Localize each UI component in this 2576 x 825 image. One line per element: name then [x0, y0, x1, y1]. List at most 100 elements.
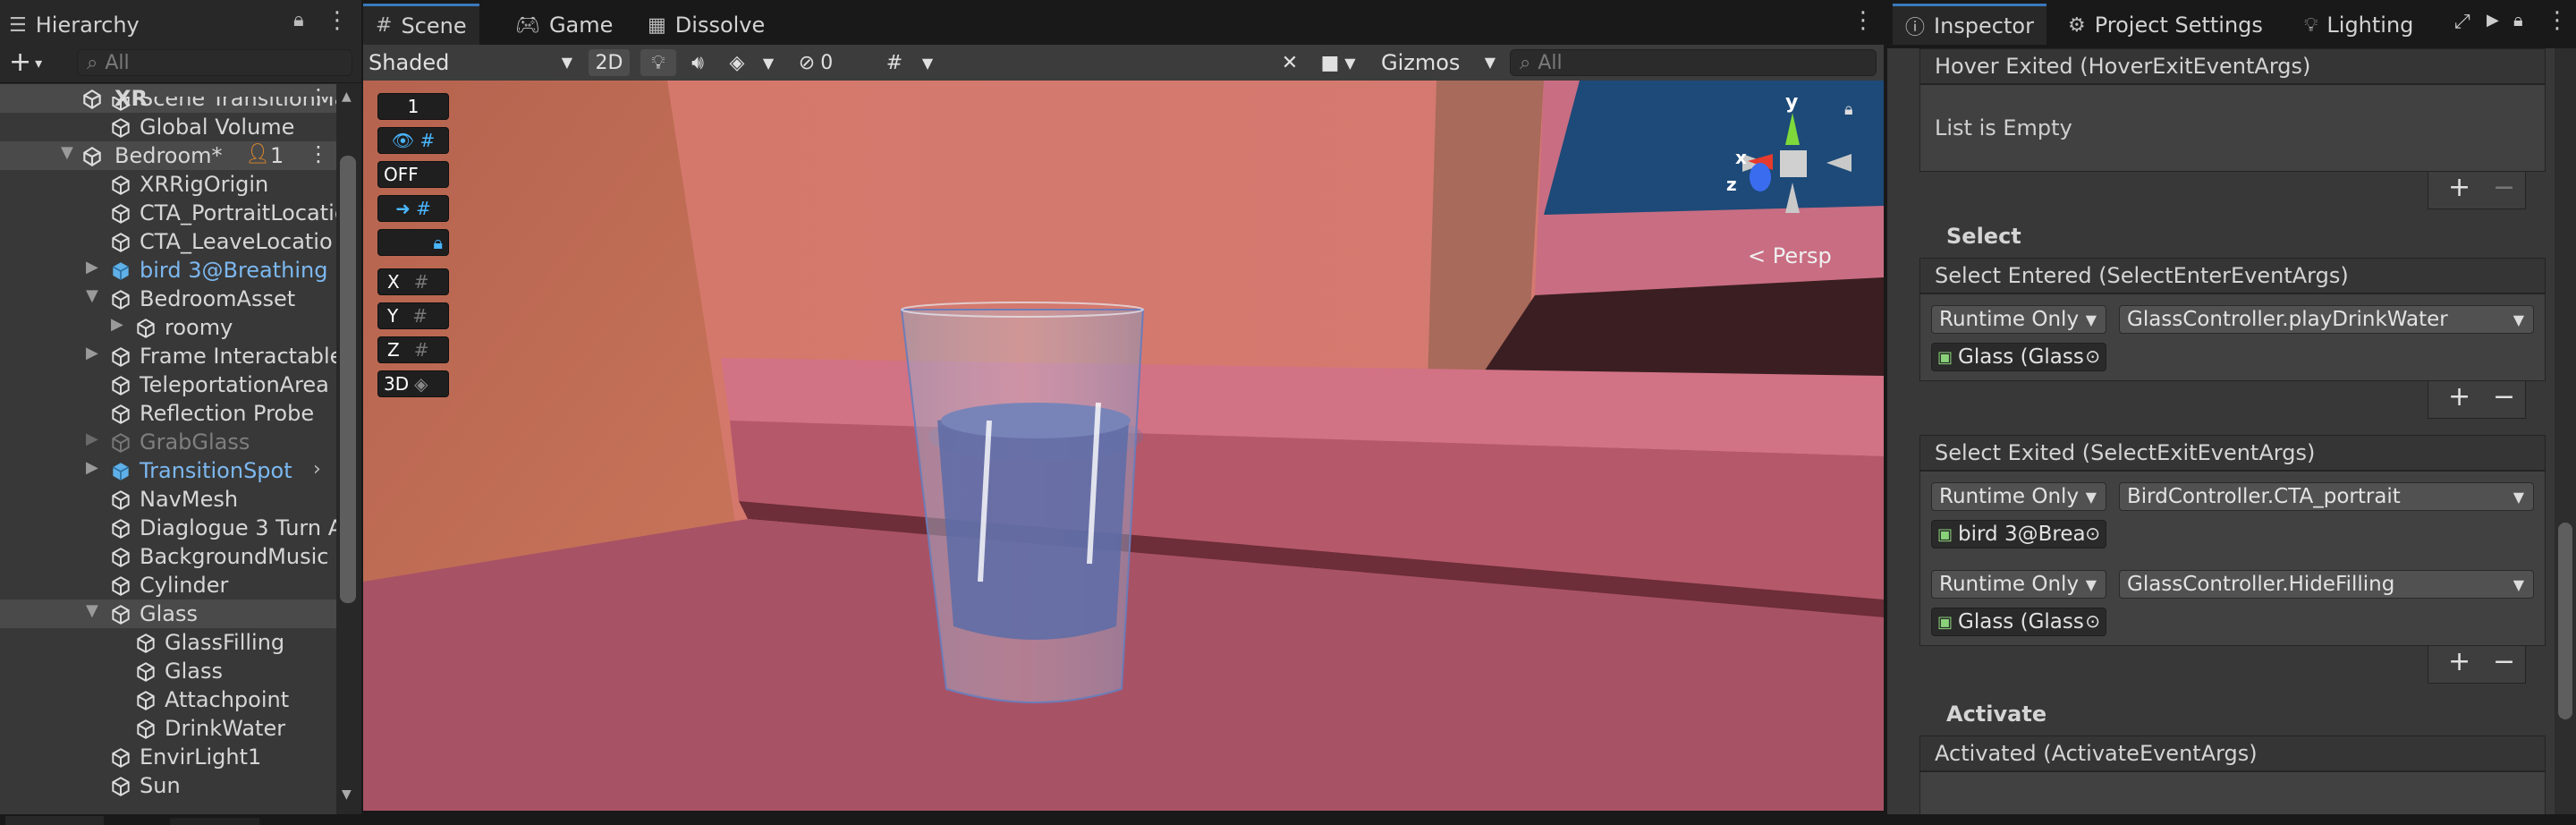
toggle-2d-button[interactable]: 2D	[589, 49, 630, 76]
tree-row-attachpoint[interactable]: Attachpoint	[0, 685, 336, 714]
fold-arrow-icon[interactable]: ▶	[86, 344, 98, 362]
bottom-tab[interactable]	[5, 816, 104, 825]
tree-row-glass-child[interactable]: Glass	[0, 657, 336, 685]
tab-dissolve[interactable]: ▦ Dissolve	[648, 5, 765, 45]
tree-row-transition-spot[interactable]: ▶ TransitionSpot ›	[0, 456, 336, 485]
runtime-mode-dropdown[interactable]: Runtime Only ▼	[1931, 305, 2106, 334]
tree-row-roomy[interactable]: ▶ roomy	[0, 313, 336, 342]
tree-row-bird[interactable]: ▶ bird 3@Breathing Id	[0, 256, 336, 285]
grid-menu-chevron-icon[interactable]: ▼	[916, 49, 939, 76]
scroll-up-icon[interactable]: ▲	[342, 89, 352, 104]
runtime-mode-dropdown[interactable]: Runtime Only ▼	[1931, 570, 2106, 599]
chevron-right-icon[interactable]: ›	[313, 458, 321, 481]
tree-row-navmesh[interactable]: NavMesh	[0, 485, 336, 514]
tree-row-cta-portrait[interactable]: CTA_PortraitLocatio	[0, 199, 336, 227]
effects-toggle-icon[interactable]: ◈	[719, 49, 755, 76]
snap-z-button[interactable]: Z #	[377, 336, 449, 363]
lock-snap-icon[interactable]: 🔒︎	[377, 229, 449, 256]
lock-icon[interactable]: 🔒︎	[293, 9, 304, 31]
object-picker-icon[interactable]: ⊙	[2085, 345, 2100, 367]
scene-visibility-toggle[interactable]: ⊘ 0	[784, 49, 848, 76]
lighting-toggle-icon[interactable]: 💡︎	[640, 49, 676, 76]
grid-toggle-icon[interactable]: #	[877, 49, 912, 76]
overlay-number-button[interactable]: 1	[377, 93, 449, 120]
tree-row-global-volume[interactable]: Global Volume	[0, 113, 336, 141]
tools-icon[interactable]: ✕	[1272, 49, 1308, 76]
tree-row-xrrig[interactable]: XRRigOrigin	[0, 170, 336, 199]
fold-arrow-icon[interactable]: ▶	[111, 315, 123, 334]
draw-mode-dropdown[interactable]: Shaded ▼	[369, 48, 580, 77]
object-picker-icon[interactable]: ⊙	[2085, 610, 2100, 632]
scroll-down-icon[interactable]: ▼	[342, 787, 352, 802]
snap-y-button[interactable]: Y #	[377, 302, 449, 329]
add-object-button[interactable]: + ▾	[9, 47, 42, 78]
fold-arrow-icon[interactable]: ▶	[86, 258, 98, 276]
scene-search-input[interactable]: ⌕ All	[1510, 49, 1877, 76]
gizmo-lock-icon[interactable]: 🔒︎	[1844, 100, 1853, 119]
bottom-tab[interactable]	[170, 818, 259, 825]
add-listener-button[interactable]: +	[2448, 646, 2470, 677]
audio-toggle-icon[interactable]: 🔊︎	[680, 49, 716, 76]
fold-arrow-icon[interactable]: ▼	[86, 601, 98, 620]
tree-row-cylinder[interactable]: Cylinder	[0, 571, 336, 600]
fold-arrow-icon[interactable]: ▶	[86, 458, 98, 477]
tree-row-teleportation-area[interactable]: TeleportationArea	[0, 370, 336, 399]
tree-row-bedroom-asset[interactable]: ▼ BedroomAsset	[0, 285, 336, 313]
runtime-mode-dropdown[interactable]: Runtime Only ▼	[1931, 482, 2106, 511]
remove-listener-button[interactable]: −	[2493, 646, 2515, 677]
target-object-field[interactable]: ▣ Glass (Glass ⊙	[1931, 608, 2106, 636]
snap-3d-button[interactable]: 3D ◈	[377, 370, 449, 397]
tab-lighting[interactable]: 💡︎ Lighting	[2304, 5, 2413, 45]
visibility-overlay-icon[interactable]: 👁︎ #	[377, 127, 449, 154]
inspector-scrollbar[interactable]	[2555, 48, 2576, 814]
remove-listener-button[interactable]: −	[2493, 381, 2515, 412]
more-menu-icon[interactable]: ⋮	[1852, 7, 1875, 34]
hierarchy-scrollbar[interactable]: ▲ ▼	[336, 84, 360, 814]
move-snap-icon[interactable]: ➜ #	[377, 195, 449, 222]
add-listener-button[interactable]: +	[2448, 172, 2470, 203]
maximize-icon[interactable]: ⤢	[2454, 11, 2470, 33]
tab-game[interactable]: 🎮︎ Game	[515, 5, 613, 45]
more-menu-icon[interactable]: ⋮	[2546, 7, 2569, 34]
scene-viewport[interactable]: 1 👁︎ # OFF ➜ # 🔒︎ X # Y # Z # 3D ◈ y x z 🔒︎ …	[363, 81, 1884, 811]
fold-arrow-icon[interactable]: ▼	[86, 286, 98, 305]
tree-row-glass[interactable]: ▼ Glass	[0, 600, 336, 628]
tab-inspector[interactable]: ⓘ Inspector	[1893, 4, 2046, 45]
remove-listener-button[interactable]: −	[2493, 172, 2515, 203]
tree-row-reflection-probe[interactable]: Reflection Probe	[0, 399, 336, 428]
function-dropdown[interactable]: GlassController.playDrinkWater ▼	[2119, 305, 2534, 334]
tree-row-sun[interactable]: Sun	[0, 771, 336, 800]
tab-scroll-right-icon[interactable]: ▶	[2487, 11, 2499, 30]
hierarchy-search-input[interactable]: ⌕ All	[77, 49, 352, 76]
function-dropdown[interactable]: GlassController.HideFilling ▼	[2119, 570, 2534, 599]
overlay-off-toggle[interactable]: OFF	[377, 161, 449, 188]
tree-row-drink-water[interactable]: DrinkWater	[0, 714, 336, 743]
row-more-icon[interactable]: ⋮	[308, 141, 329, 166]
tab-project-settings[interactable]: ⚙ Project Settings	[2068, 5, 2263, 45]
scrollbar-thumb[interactable]	[340, 156, 356, 603]
tree-row-background-music[interactable]: BackgroundMusic	[0, 542, 336, 571]
tree-row-cta-leave[interactable]: CTA_LeaveLocatio	[0, 227, 336, 256]
add-listener-button[interactable]: +	[2448, 381, 2470, 412]
function-dropdown[interactable]: BirdController.CTA_portrait ▼	[2119, 482, 2534, 511]
scrollbar-thumb[interactable]	[2558, 523, 2572, 719]
camera-menu-icon[interactable]: ■ ▼	[1311, 49, 1365, 76]
lock-icon[interactable]: 🔒︎	[2513, 9, 2523, 30]
tree-row-frame-interactable[interactable]: ▶ Frame Interactable	[0, 342, 336, 370]
more-menu-icon[interactable]: ⋮	[326, 7, 349, 34]
tree-row-bedroom[interactable]: ▼ Bedroom* 👤︎ 1 ⋮	[0, 141, 336, 170]
tree-row-grab-glass[interactable]: ▶ GrabGlass	[0, 428, 336, 456]
tree-row-scene-transition[interactable]: Scene TransitionMa	[0, 97, 336, 113]
target-object-field[interactable]: ▣ Glass (Glass ⊙	[1931, 343, 2106, 371]
effects-menu-chevron-icon[interactable]: ▼	[757, 49, 780, 76]
projection-toggle[interactable]: < Persp	[1748, 243, 1832, 268]
gizmos-dropdown[interactable]: Gizmos ▼	[1381, 48, 1501, 77]
tab-scene[interactable]: # Scene	[363, 4, 479, 45]
fold-arrow-icon[interactable]: ▶	[86, 430, 98, 448]
tree-row-glass-filling[interactable]: GlassFilling	[0, 628, 336, 657]
fold-arrow-icon[interactable]: ▼	[61, 143, 73, 162]
target-object-field[interactable]: ▣ bird 3@Brea ⊙	[1931, 520, 2106, 549]
object-picker-icon[interactable]: ⊙	[2085, 523, 2100, 544]
tree-row-dialogue[interactable]: Diaglogue 3 Turn A	[0, 514, 336, 542]
tab-hierarchy[interactable]: ☰ Hierarchy	[9, 5, 140, 45]
